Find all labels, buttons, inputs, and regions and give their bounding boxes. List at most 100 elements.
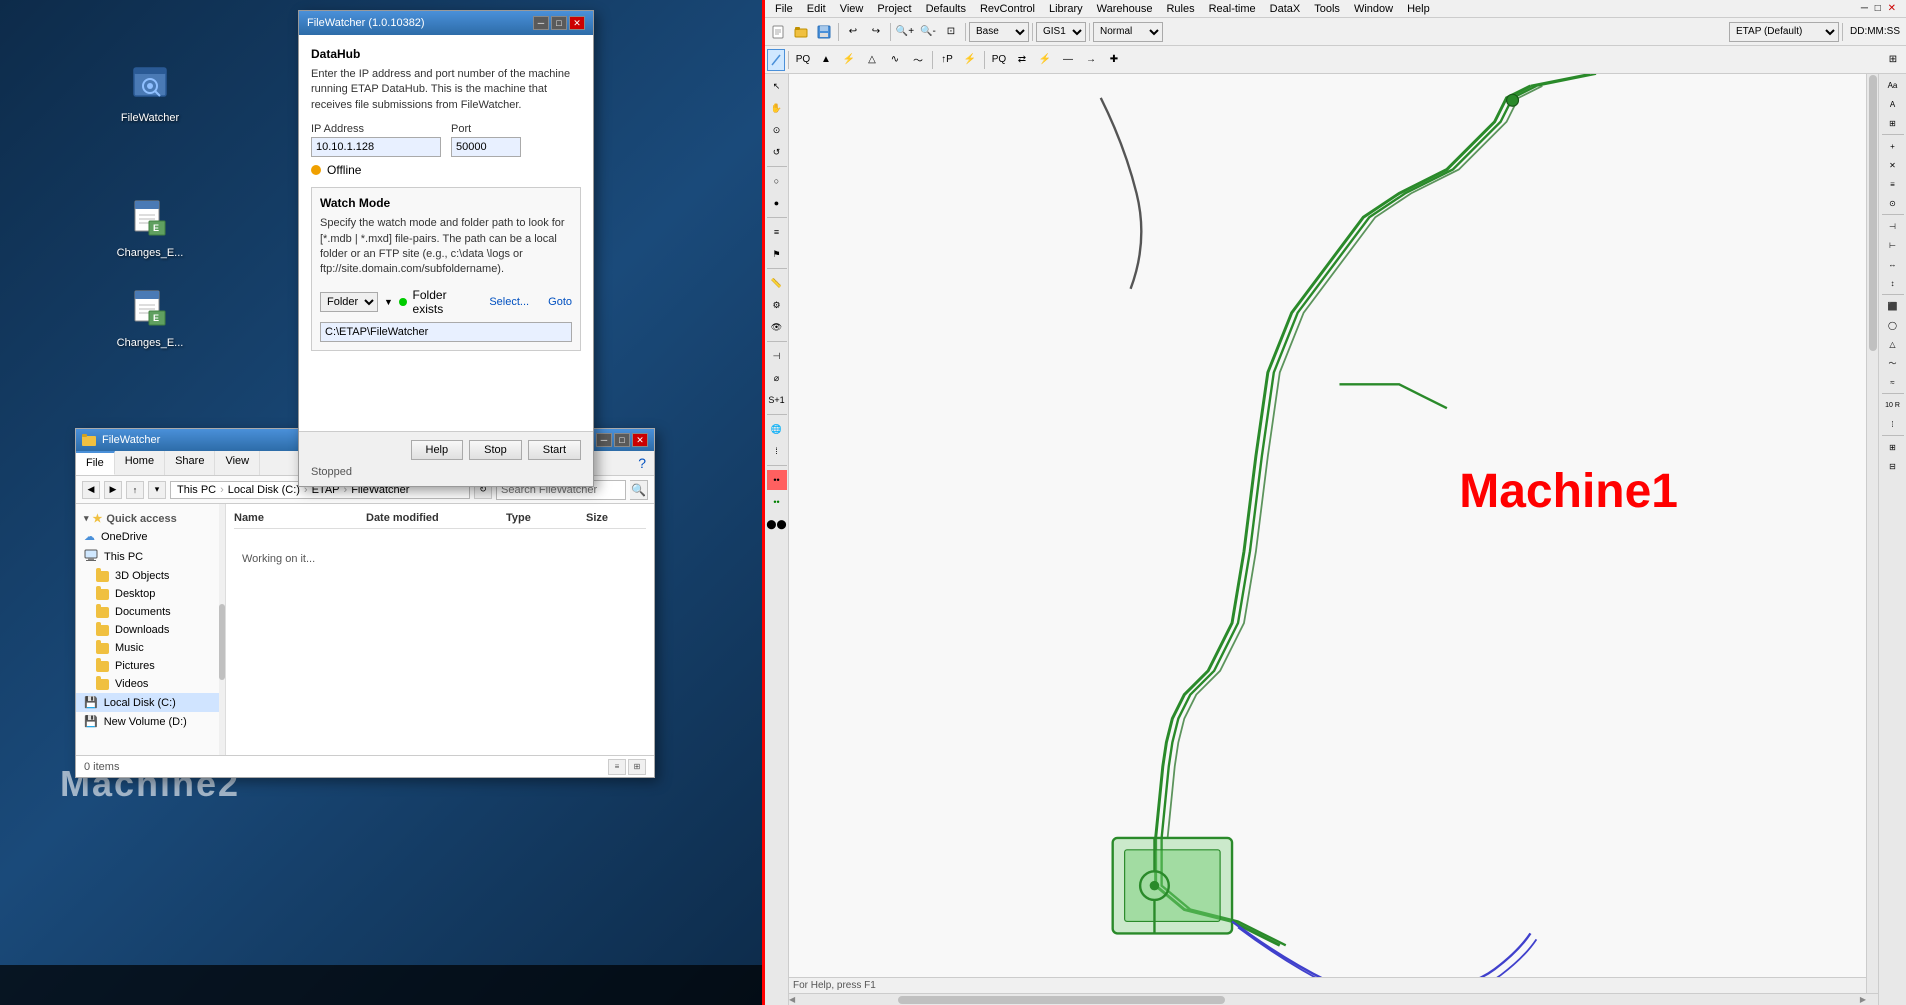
up-button[interactable]: ↑ [126,481,144,499]
left-btn-dots[interactable]: ⁞ [767,441,787,461]
start-button[interactable]: Start [528,440,581,460]
tb2-pq2[interactable]: PQ [988,49,1010,71]
menu-revcontrol[interactable]: RevControl [974,2,1041,16]
watch-mode-select[interactable]: Folder [320,292,378,312]
close-icon[interactable]: ✕ [1888,3,1896,14]
menu-edit[interactable]: Edit [801,2,832,16]
tb2-lightning3[interactable]: ⚡ [1034,49,1056,71]
menu-datax[interactable]: DataX [1264,2,1307,16]
goto-link[interactable]: Goto [548,296,572,308]
left-btn-flag[interactable]: ⚑ [767,244,787,264]
tb2-cross[interactable]: ✚ [1103,49,1125,71]
tb2-line[interactable]: — [1057,49,1079,71]
right-btn-4[interactable]: + [1882,137,1904,155]
right-btn-7[interactable]: ⊙ [1882,194,1904,212]
tb2-lightning1[interactable]: ⚡ [838,49,860,71]
sidebar-item-videos[interactable]: Videos [76,675,225,693]
etap-canvas[interactable]: Machine1 [789,74,1878,1005]
explorer-close-button[interactable]: ✕ [632,433,648,447]
tb-new-btn[interactable] [767,21,789,43]
menu-realtime[interactable]: Real-time [1203,2,1262,16]
right-btn-16[interactable]: ≈ [1882,373,1904,391]
mode-select[interactable]: Normal [1093,22,1163,42]
base-select[interactable]: Base [969,22,1029,42]
tb-draw-btn[interactable] [767,49,785,71]
menu-window[interactable]: Window [1348,2,1399,16]
left-btn-zoom[interactable]: ⊙ [767,120,787,140]
explorer-maximize-button[interactable]: □ [614,433,630,447]
left-btn-green-dots[interactable]: •• [767,492,787,512]
right-btn-6[interactable]: ≡ [1882,175,1904,193]
left-btn-color-pair[interactable]: ⬤⬤ [767,514,787,534]
menu-project[interactable]: Project [871,2,917,16]
menu-defaults[interactable]: Defaults [920,2,972,16]
left-btn-bus[interactable]: ⊣ [767,346,787,366]
dialog-close-button[interactable]: ✕ [569,16,585,30]
tb-redo-btn[interactable]: ↪ [865,21,887,43]
recent-button[interactable]: ▾ [148,481,166,499]
menu-file[interactable]: File [769,2,799,16]
sidebar-item-newvolume-d[interactable]: 💾 New Volume (D:) [76,712,225,731]
tab-home[interactable]: Home [115,451,165,475]
tb2-p-btn[interactable]: ↑P [936,49,958,71]
sidebar-item-localdisk-c[interactable]: 💾 Local Disk (C:) [76,693,225,712]
right-btn-9[interactable]: ⊢ [1882,236,1904,254]
left-btn-red-dots[interactable]: •• [767,470,787,490]
sidebar-item-thispc[interactable]: This PC [76,546,225,567]
tb-undo-btn[interactable]: ↩ [842,21,864,43]
tb2-btn1[interactable]: PQ [792,49,814,71]
menu-library[interactable]: Library [1043,2,1089,16]
tb2-triangle[interactable]: △ [861,49,883,71]
sidebar-item-3dobjects[interactable]: 3D Objects [76,567,225,585]
select-link[interactable]: Select... [489,296,529,308]
left-btn-measure[interactable]: 📏 [767,273,787,293]
menu-rules[interactable]: Rules [1160,2,1200,16]
scroll-right-btn[interactable]: ▶ [1860,995,1866,1004]
left-btn-switch[interactable]: ⌀ [767,368,787,388]
left-btn-layers[interactable]: ≡ [767,222,787,242]
tb2-arrow-right[interactable]: → [1080,49,1102,71]
port-input[interactable] [451,137,521,157]
right-btn-10r[interactable]: 10 R [1882,396,1904,414]
tb2-lightning2[interactable]: ⚡ [959,49,981,71]
left-btn-circle-fill[interactable]: ● [767,193,787,213]
right-btn-13[interactable]: ◯ [1882,316,1904,334]
gis-select[interactable]: GIS1 [1036,22,1086,42]
menu-help[interactable]: Help [1401,2,1436,16]
sidebar-item-pictures[interactable]: Pictures [76,657,225,675]
sidebar-item-desktop[interactable]: Desktop [76,585,225,603]
forward-button[interactable]: ▶ [104,481,122,499]
right-btn-1[interactable]: Aa [1882,76,1904,94]
right-btn-collapse[interactable]: ⊟ [1882,457,1904,475]
dialog-minimize-button[interactable]: ─ [533,16,549,30]
desktop-icon-changes2[interactable]: E Changes_E... [110,285,190,349]
left-btn-hand[interactable]: ✋ [767,98,787,118]
left-btn-s1[interactable]: S+1 [767,390,787,410]
right-btn-12[interactable]: ⬛ [1882,297,1904,315]
sidebar-item-downloads[interactable]: Downloads [76,621,225,639]
tb2-expand-btn[interactable]: ⊞ [1882,49,1904,71]
left-btn-eye[interactable]: 👁 [767,317,787,337]
tb-save-btn[interactable] [813,21,835,43]
tb-zoom-fit-btn[interactable]: ⊡ [940,21,962,43]
explorer-minimize-button[interactable]: ─ [596,433,612,447]
tb2-wave[interactable]: ∿ [884,49,906,71]
tb2-wave2[interactable]: 〜 [907,49,929,71]
right-btn-10[interactable]: ↔ [1882,255,1904,273]
desktop-icon-filewatcher[interactable]: FileWatcher [110,60,190,124]
right-btn-3[interactable]: ⊞ [1882,114,1904,132]
left-btn-global[interactable]: 🌐 [767,419,787,439]
tb-open-btn[interactable] [790,21,812,43]
help-button-ribbon[interactable]: ? [630,451,654,475]
large-icons-view-button[interactable]: ⊞ [628,759,646,775]
right-btn-dots2[interactable]: ⁞ [1882,415,1904,433]
maximize-icon[interactable]: □ [1875,3,1881,14]
sidebar-item-music[interactable]: Music [76,639,225,657]
help-button[interactable]: Help [411,440,464,460]
canvas-horizontal-scrollbar[interactable]: ▶ ◀ [789,993,1878,1005]
quick-access-header[interactable]: ▾ ★ Quick access [76,508,225,527]
ip-address-input[interactable] [311,137,441,157]
tab-share[interactable]: Share [165,451,215,475]
canvas-vertical-scrollbar[interactable] [1866,74,1878,993]
tb2-btn2[interactable]: ▲ [815,49,837,71]
